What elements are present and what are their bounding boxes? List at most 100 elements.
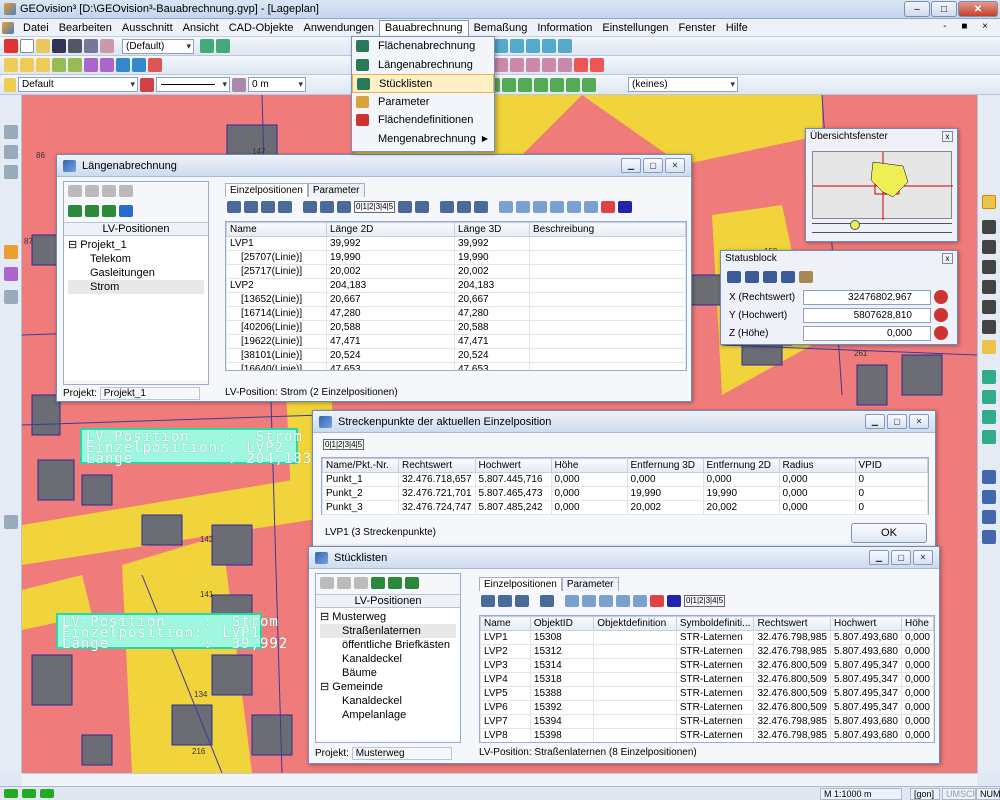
overview-map[interactable]: [812, 151, 953, 220]
snap-icon[interactable]: [494, 58, 508, 72]
menu-hilfe[interactable]: Hilfe: [721, 20, 753, 36]
pick-z-icon[interactable]: [934, 326, 948, 340]
tool-d-icon[interactable]: [534, 77, 548, 92]
number-format-button[interactable]: 0|1|2|3|4|5: [684, 595, 726, 607]
zoom-slider-thumb[interactable]: [850, 220, 860, 230]
table-row[interactable]: LVP1 15308 STR-Laternen 32.476.798,985 5.807…: [480, 630, 934, 645]
reference-combo[interactable]: (keines): [628, 77, 738, 92]
cross-icon[interactable]: [574, 58, 588, 72]
table-row[interactable]: [19622(Linie)] 47,471 47,471: [226, 334, 686, 349]
table-row[interactable]: Punkt_2 32.476.721,701 5.807.465,473 0,000 1…: [322, 486, 929, 501]
misc-tool-icon[interactable]: [4, 515, 18, 529]
close-button[interactable]: ✕: [909, 414, 929, 429]
add-lv2-icon[interactable]: [388, 577, 402, 589]
grid-tool3-icon[interactable]: [261, 201, 275, 213]
line-tool-icon[interactable]: [4, 58, 18, 72]
tree-item-gasleitungen[interactable]: Gasleitungen: [68, 266, 204, 280]
grid-tool4-icon[interactable]: [278, 201, 292, 213]
close-button[interactable]: ✕: [913, 550, 933, 565]
tab-einzelpositionen[interactable]: Einzelpositionen: [225, 183, 308, 197]
snap5-icon[interactable]: [558, 58, 572, 72]
table-row[interactable]: LVP2 15312 STR-Laternen 32.476.798,985 5.807…: [480, 644, 934, 659]
delete-tool-icon[interactable]: [148, 58, 162, 72]
pick-y-icon[interactable]: [934, 308, 948, 322]
z-field[interactable]: 0,000: [803, 326, 931, 341]
table-row[interactable]: LVP4 15318 STR-Laternen 32.476.800,509 5.807…: [480, 672, 934, 687]
tree-item-kanaldeckel[interactable]: Kanaldeckel: [320, 652, 456, 666]
table-row[interactable]: [38101(Linie)] 20,524 20,524: [226, 348, 686, 363]
col-header[interactable]: Objektdefinition: [593, 616, 677, 631]
coord-tool2-icon[interactable]: [745, 271, 759, 283]
menu-fenster[interactable]: Fenster: [673, 20, 720, 36]
layer-tool3-icon[interactable]: [982, 510, 996, 524]
col-header[interactable]: Rechtswert: [753, 616, 831, 631]
grid-tool5-icon[interactable]: [303, 201, 317, 213]
number-format-button[interactable]: 0|1|2|3|4|5: [323, 439, 365, 450]
maximize-button[interactable]: ▢: [891, 550, 911, 565]
info2-icon[interactable]: [494, 39, 508, 53]
table-row[interactable]: LVP6 15392 STR-Laternen 32.476.800,509 5.807…: [480, 700, 934, 715]
tree-item-telekom[interactable]: Telekom: [68, 252, 204, 266]
redraw-icon[interactable]: [982, 320, 996, 334]
link-icon[interactable]: [667, 595, 681, 607]
table-row[interactable]: [13652(Linie)] 20,667 20,667: [226, 292, 686, 307]
grid-tool4-icon[interactable]: [540, 595, 554, 607]
col-header[interactable]: Radius: [778, 458, 856, 473]
polyline-tool-icon[interactable]: [20, 58, 34, 72]
info6-icon[interactable]: [558, 39, 572, 53]
layer-combo[interactable]: Default: [18, 77, 138, 92]
grid-tool2-icon[interactable]: [498, 595, 512, 607]
grid-tool-icon[interactable]: [227, 201, 241, 213]
grid-tool10-icon[interactable]: [440, 201, 455, 213]
rotate-icon[interactable]: [4, 165, 18, 179]
zoom-in-icon[interactable]: [982, 220, 996, 234]
grid-tool12-icon[interactable]: [474, 201, 489, 213]
minimize-button[interactable]: ▁: [869, 550, 889, 565]
tree-tool3-icon[interactable]: [102, 185, 116, 197]
area-tool-icon[interactable]: [116, 58, 130, 72]
add-lv-icon[interactable]: [68, 205, 82, 217]
coord-tool4-icon[interactable]: [781, 271, 795, 283]
layer-tool2-icon[interactable]: [982, 490, 996, 504]
edit-active-icon[interactable]: [4, 245, 18, 259]
tool-f-icon[interactable]: [566, 77, 580, 92]
open-file-icon[interactable]: [36, 39, 50, 53]
info5-icon[interactable]: [542, 39, 556, 53]
menu-item-parameter[interactable]: Parameter: [352, 93, 494, 112]
point-tool-icon[interactable]: [52, 58, 66, 72]
table-row[interactable]: LVP5 15388 STR-Laternen 32.476.800,509 5.807…: [480, 686, 934, 701]
hatch-tool-icon[interactable]: [132, 58, 146, 72]
tree-item-ampelanlage[interactable]: Ampelanlage: [320, 708, 456, 722]
cross2-icon[interactable]: [590, 58, 604, 72]
close-button[interactable]: x: [942, 253, 953, 264]
move-icon[interactable]: [4, 145, 18, 159]
zoom-prev-icon[interactable]: [982, 280, 996, 294]
pick-x-icon[interactable]: [934, 290, 948, 304]
minimize-button[interactable]: –: [904, 1, 930, 17]
delete-row-icon[interactable]: [650, 595, 664, 607]
save-icon[interactable]: [52, 39, 66, 53]
menu-ausschnitt[interactable]: Ausschnitt: [117, 20, 178, 36]
table-row[interactable]: LVP1 39,992 39,992: [226, 236, 686, 251]
circle-tool-icon[interactable]: [68, 58, 82, 72]
col-header[interactable]: Hochwert: [829, 616, 902, 631]
grid-tool6-icon[interactable]: [320, 201, 334, 213]
coord-tool5-icon[interactable]: [799, 271, 813, 283]
tree-item-strom[interactable]: Strom: [68, 280, 204, 294]
col-header[interactable]: Name/Pkt.-Nr.: [322, 458, 399, 473]
col-header[interactable]: Höhe: [550, 458, 628, 473]
table-row[interactable]: LVP3 15314 STR-Laternen 32.476.800,509 5.807…: [480, 658, 934, 673]
add-lv-icon[interactable]: [371, 577, 385, 589]
sort4-icon[interactable]: [616, 595, 630, 607]
table-row[interactable]: [16640(Linie)] 47,653 47,653: [226, 362, 686, 370]
zoom-slider[interactable]: [812, 220, 952, 233]
col-header[interactable]: Symboldefiniti...: [675, 616, 755, 631]
layer-tool4-icon[interactable]: [982, 530, 996, 544]
mdi-controls[interactable]: - ■ ×: [943, 21, 994, 32]
table-row[interactable]: [40206(Linie)] 20,588 20,588: [226, 320, 686, 335]
filter-icon[interactable]: [584, 201, 599, 213]
tab-parameter[interactable]: Parameter: [561, 577, 619, 591]
zoom-out-icon[interactable]: [982, 240, 996, 254]
zoom-window-icon[interactable]: [982, 195, 996, 209]
minimize-button[interactable]: ▁: [865, 414, 885, 429]
